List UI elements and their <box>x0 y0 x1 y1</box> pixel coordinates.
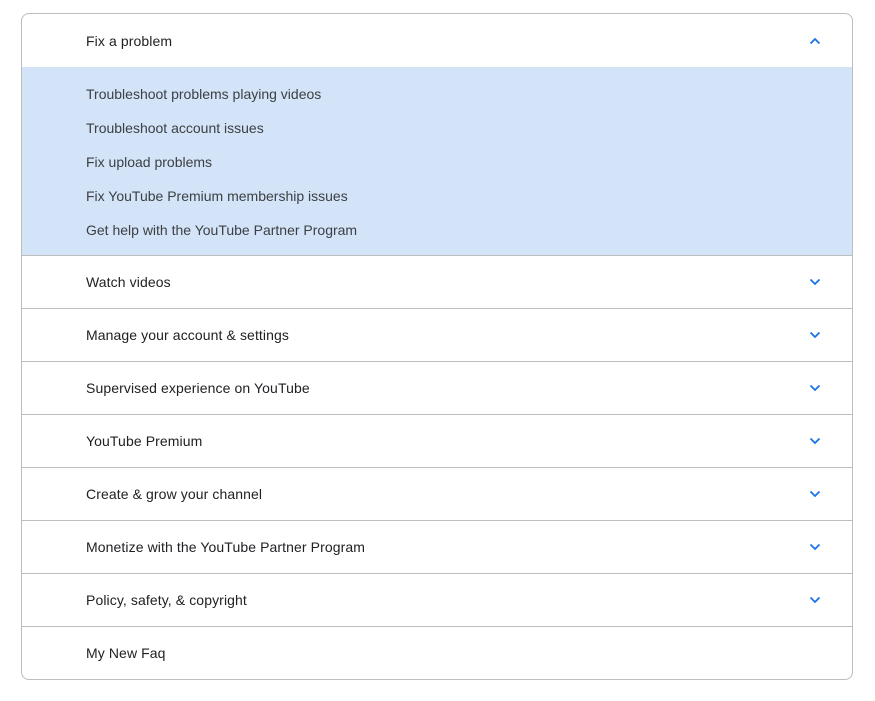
section-create-grow-channel: Create & grow your channel <box>22 467 852 520</box>
chevron-up-icon[interactable] <box>808 34 822 48</box>
link-fix-premium-membership[interactable]: Fix YouTube Premium membership issues <box>86 186 852 220</box>
section-manage-account: Manage your account & settings <box>22 308 852 361</box>
chevron-down-icon[interactable] <box>808 328 822 342</box>
section-monetize: Monetize with the YouTube Partner Progra… <box>22 520 852 573</box>
section-fix-a-problem: Fix a problem Troubleshoot problems play… <box>22 14 852 255</box>
section-header-manage-account[interactable]: Manage your account & settings <box>22 309 852 361</box>
section-header-supervised-experience[interactable]: Supervised experience on YouTube <box>22 362 852 414</box>
section-title: Fix a problem <box>86 32 173 49</box>
section-title: Create & grow your channel <box>86 486 263 502</box>
chevron-down-icon[interactable] <box>808 381 822 395</box>
section-header-my-new-faq[interactable]: My New Faq <box>22 627 852 679</box>
section-policy-safety-copyright: Policy, safety, & copyright <box>22 573 852 626</box>
chevron-down-icon[interactable] <box>808 540 822 554</box>
help-topics-accordion: Fix a problem Troubleshoot problems play… <box>21 13 853 680</box>
section-header-create-grow-channel[interactable]: Create & grow your channel <box>22 468 852 520</box>
section-title: Manage your account & settings <box>86 327 290 343</box>
chevron-down-icon[interactable] <box>808 593 822 607</box>
chevron-down-icon[interactable] <box>808 434 822 448</box>
link-troubleshoot-playing-videos[interactable]: Troubleshoot problems playing videos <box>86 84 852 118</box>
section-header-watch-videos[interactable]: Watch videos <box>22 256 852 308</box>
section-header-monetize[interactable]: Monetize with the YouTube Partner Progra… <box>22 521 852 573</box>
section-header-policy-safety-copyright[interactable]: Policy, safety, & copyright <box>22 574 852 626</box>
chevron-down-icon[interactable] <box>808 487 822 501</box>
section-header-fix-a-problem[interactable]: Fix a problem <box>22 14 852 67</box>
section-title: Monetize with the YouTube Partner Progra… <box>86 539 366 555</box>
section-my-new-faq: My New Faq <box>22 626 852 679</box>
link-partner-program-help[interactable]: Get help with the YouTube Partner Progra… <box>86 220 852 241</box>
section-youtube-premium: YouTube Premium <box>22 414 852 467</box>
section-title: Supervised experience on YouTube <box>86 380 310 396</box>
chevron-down-icon[interactable] <box>808 275 822 289</box>
section-header-youtube-premium[interactable]: YouTube Premium <box>22 415 852 467</box>
section-title: My New Faq <box>86 645 166 661</box>
link-fix-upload-problems[interactable]: Fix upload problems <box>86 152 852 186</box>
link-troubleshoot-account-issues[interactable]: Troubleshoot account issues <box>86 118 852 152</box>
section-supervised-experience: Supervised experience on YouTube <box>22 361 852 414</box>
section-title: YouTube Premium <box>86 433 203 449</box>
section-watch-videos: Watch videos <box>22 255 852 308</box>
section-title: Policy, safety, & copyright <box>86 592 247 608</box>
section-panel-fix-a-problem: Troubleshoot problems playing videos Tro… <box>22 67 852 255</box>
section-title: Watch videos <box>86 274 171 290</box>
